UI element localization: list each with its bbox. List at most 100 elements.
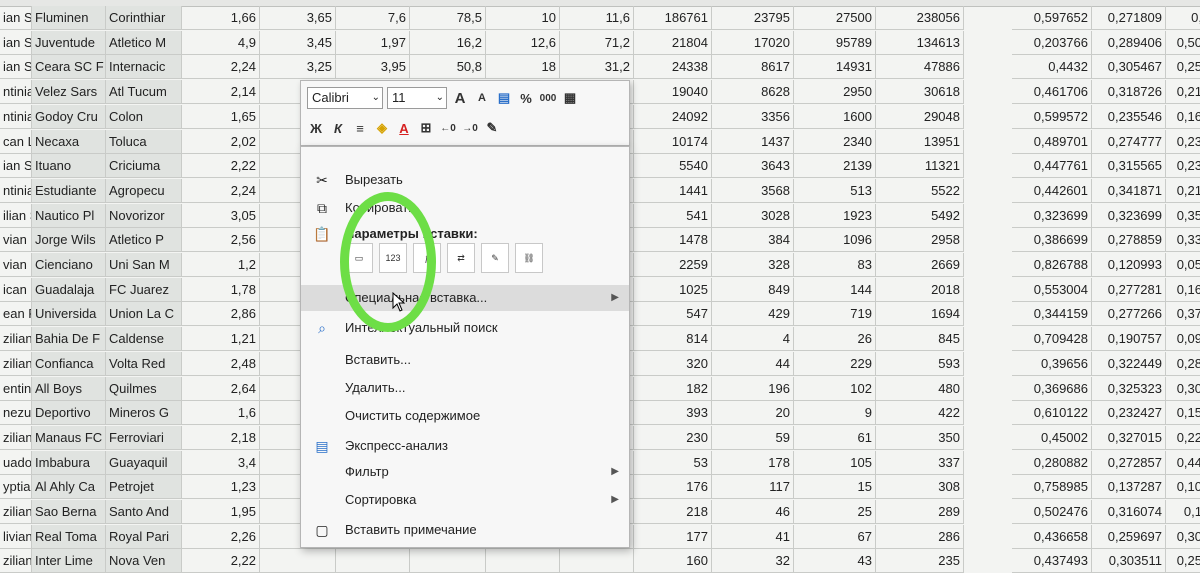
table-cell[interactable]: 178 bbox=[712, 450, 794, 475]
table-cell[interactable]: 8628 bbox=[712, 80, 794, 105]
table-cell[interactable]: Guayaquil bbox=[106, 450, 182, 475]
table-cell[interactable]: 2,18 bbox=[182, 425, 260, 450]
table-row[interactable]: zilian SInter LimeNova Ven2,22 1603243235… bbox=[0, 549, 1200, 573]
table-cell[interactable]: 0,289406 bbox=[1092, 30, 1166, 55]
table-cell[interactable]: 422 bbox=[876, 401, 964, 426]
table-cell[interactable]: 2,64 bbox=[182, 376, 260, 401]
table-cell[interactable]: 238056 bbox=[876, 6, 964, 30]
table-cell[interactable] bbox=[410, 549, 486, 573]
table-cell[interactable]: uadoria bbox=[0, 450, 32, 475]
table-cell[interactable]: 218 bbox=[634, 500, 712, 524]
table-cell[interactable]: 30618 bbox=[876, 80, 964, 105]
table-cell[interactable]: entinia bbox=[0, 376, 32, 401]
table-cell[interactable] bbox=[560, 549, 634, 573]
table-cell[interactable]: 3,65 bbox=[260, 6, 336, 30]
table-cell[interactable]: 2,02 bbox=[182, 129, 260, 154]
table-cell[interactable]: 3568 bbox=[712, 178, 794, 203]
table-cell[interactable]: Atletico P bbox=[106, 228, 182, 253]
table-cell[interactable]: 1025 bbox=[634, 277, 712, 302]
table-cell[interactable]: 3028 bbox=[712, 203, 794, 228]
bold-button[interactable]: Ж bbox=[307, 118, 325, 138]
table-cell[interactable]: 2,22 bbox=[182, 154, 260, 179]
table-cell[interactable]: 1096 bbox=[794, 228, 876, 253]
table-cell[interactable]: 9 bbox=[794, 401, 876, 426]
table-cell[interactable]: 0,10 bbox=[1166, 475, 1200, 500]
table-cell[interactable]: 2018 bbox=[876, 277, 964, 302]
table-cell[interactable]: 3,4 bbox=[182, 450, 260, 475]
number-format-icon[interactable]: ▤ bbox=[495, 88, 513, 108]
paste-link-button[interactable]: ⛓ bbox=[515, 243, 543, 273]
table-cell[interactable]: 5522 bbox=[876, 178, 964, 203]
table-cell[interactable]: 593 bbox=[876, 351, 964, 376]
table-cell[interactable]: 11,6 bbox=[560, 6, 634, 30]
table-cell[interactable]: 16,2 bbox=[410, 30, 486, 55]
table-cell[interactable]: Atletico M bbox=[106, 30, 182, 55]
table-cell[interactable]: 2,24 bbox=[182, 55, 260, 80]
format-table-icon[interactable]: ▦ bbox=[561, 88, 579, 108]
table-cell[interactable]: Ituano bbox=[32, 154, 106, 179]
table-cell[interactable]: 320 bbox=[634, 351, 712, 376]
table-cell[interactable]: Toluca bbox=[106, 129, 182, 154]
table-cell[interactable]: 32 bbox=[712, 549, 794, 573]
table-cell[interactable]: 384 bbox=[712, 228, 794, 253]
table-cell[interactable]: 29048 bbox=[876, 104, 964, 129]
table-cell[interactable]: 134613 bbox=[876, 30, 964, 55]
table-cell[interactable]: ilian S bbox=[0, 203, 32, 228]
table-cell[interactable]: 0,16 bbox=[1166, 278, 1200, 302]
table-cell[interactable]: 0,30 bbox=[1166, 377, 1200, 401]
table-cell[interactable]: 235 bbox=[876, 549, 964, 573]
table-cell[interactable]: 0,259697 bbox=[1092, 524, 1166, 549]
table-cell[interactable] bbox=[336, 549, 410, 573]
table-cell[interactable]: vian I bbox=[0, 253, 32, 277]
table-cell[interactable]: Criciuma bbox=[106, 154, 182, 179]
paste-formatting-button[interactable]: ✎ bbox=[481, 243, 509, 273]
table-cell[interactable]: 0,35 bbox=[1166, 204, 1200, 228]
table-cell[interactable]: All Boys bbox=[32, 376, 106, 401]
table-cell[interactable]: 0,23 bbox=[1166, 154, 1200, 179]
table-cell[interactable]: 24092 bbox=[634, 104, 712, 129]
table-cell[interactable]: Corinthiar bbox=[106, 6, 182, 30]
table-cell[interactable]: 0,37 bbox=[1166, 302, 1200, 327]
table-cell[interactable]: ntinia bbox=[0, 178, 32, 203]
table-cell[interactable]: ian S bbox=[0, 154, 32, 179]
table-cell[interactable]: 0,50 bbox=[1166, 31, 1200, 55]
table-cell[interactable]: Novorizor bbox=[106, 203, 182, 228]
table-cell[interactable]: 61 bbox=[794, 425, 876, 450]
table-cell[interactable]: Godoy Cru bbox=[32, 104, 106, 129]
table-cell[interactable]: Deportivo bbox=[32, 401, 106, 426]
table-cell[interactable]: 0,235546 bbox=[1092, 104, 1166, 129]
table-cell[interactable]: 3,45 bbox=[260, 30, 336, 55]
table-cell[interactable]: 0,758985 bbox=[1012, 475, 1092, 500]
table-cell[interactable]: 0,369686 bbox=[1012, 376, 1092, 401]
table-cell[interactable]: nezuel bbox=[0, 401, 32, 426]
table-cell[interactable]: livian L bbox=[0, 524, 32, 549]
table-cell[interactable]: 0,323699 bbox=[1012, 203, 1092, 228]
table-cell[interactable]: 95789 bbox=[794, 30, 876, 55]
table-cell[interactable]: 0,25 bbox=[1166, 549, 1200, 573]
table-cell[interactable]: 0,442601 bbox=[1012, 178, 1092, 203]
menu-item-filter[interactable]: Фильтр ▶ bbox=[301, 459, 629, 485]
table-cell[interactable]: 44 bbox=[712, 351, 794, 376]
table-cell[interactable]: 1923 bbox=[794, 203, 876, 228]
table-cell[interactable]: 2259 bbox=[634, 253, 712, 277]
table-cell[interactable]: 21804 bbox=[634, 30, 712, 55]
table-cell[interactable]: Ferroviari bbox=[106, 425, 182, 450]
table-cell[interactable]: ian S bbox=[0, 30, 32, 55]
italic-button[interactable]: К bbox=[329, 118, 347, 138]
table-cell[interactable]: Imbabura bbox=[32, 450, 106, 475]
table-cell[interactable]: 845 bbox=[876, 327, 964, 352]
table-cell[interactable]: 719 bbox=[794, 302, 876, 327]
table-cell[interactable]: Velez Sars bbox=[32, 80, 106, 105]
table-cell[interactable]: Internacic bbox=[106, 55, 182, 80]
table-cell[interactable]: zilian S bbox=[0, 549, 32, 573]
table-cell[interactable]: Al Ahly Ca bbox=[32, 475, 106, 500]
font-size-select[interactable]: 11 ⌄ bbox=[387, 87, 447, 109]
table-cell[interactable]: 0,33 bbox=[1166, 228, 1200, 253]
table-cell[interactable]: Uni San M bbox=[106, 253, 182, 277]
table-cell[interactable]: 4,9 bbox=[182, 30, 260, 55]
table-cell[interactable]: 0,44 bbox=[1166, 451, 1200, 475]
table-cell[interactable]: Jorge Wils bbox=[32, 228, 106, 253]
table-cell[interactable]: 0,597652 bbox=[1012, 6, 1092, 30]
table-cell[interactable]: 41 bbox=[712, 524, 794, 549]
table-cell[interactable]: 3,25 bbox=[260, 55, 336, 80]
